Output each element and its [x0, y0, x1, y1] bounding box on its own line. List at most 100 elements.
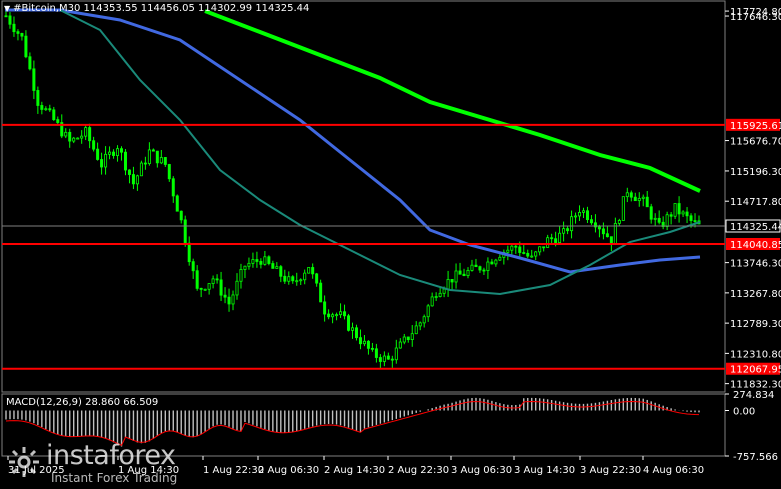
candle-body — [641, 196, 645, 199]
candle-body — [108, 151, 112, 155]
candle-body — [470, 264, 474, 271]
candle-body — [100, 159, 104, 168]
candle-body — [350, 327, 354, 331]
candle-body — [255, 259, 259, 262]
candle-body — [482, 269, 486, 272]
candle-body — [374, 348, 378, 358]
candle-body — [410, 333, 414, 340]
time-tick-label: 4 Aug 06:30 — [643, 465, 704, 476]
candle-body — [135, 175, 139, 185]
time-tick-label: 1 Aug 22:30 — [203, 465, 264, 476]
candle-body — [231, 294, 235, 305]
candle-body — [179, 210, 183, 221]
time-tick-label: 3 Aug 14:30 — [514, 465, 575, 476]
candle-body — [275, 266, 279, 269]
candle-body — [223, 294, 227, 298]
macd-tick-label: 0.00 — [733, 407, 755, 418]
candle-body — [474, 264, 478, 268]
moving-average-fast-line — [204, 9, 701, 193]
candle-body — [446, 279, 450, 290]
price-tick-label: 114325.44 — [730, 222, 781, 233]
candle-body — [84, 127, 88, 137]
candle-body — [406, 336, 410, 340]
candle-body — [239, 269, 243, 282]
candle-body — [645, 196, 649, 208]
candle-body — [271, 263, 275, 269]
candle-body — [163, 157, 167, 165]
instaforex-watermark: instaforex Instant Forex Trading — [6, 440, 186, 486]
candle-body — [32, 68, 36, 91]
candle-body — [582, 210, 586, 213]
candle-body — [167, 164, 171, 180]
time-tick-label: 2 Aug 14:30 — [324, 465, 385, 476]
candle-body — [311, 267, 315, 275]
candle-body — [466, 269, 470, 277]
watermark-brand: instaforex — [46, 440, 176, 471]
candle-body — [510, 245, 514, 251]
candle-body — [315, 273, 319, 284]
candle-body — [127, 169, 131, 175]
candle-body — [24, 35, 28, 58]
time-tick-label: 3 Aug 22:30 — [580, 465, 641, 476]
candle-body — [366, 340, 370, 349]
candle-body — [601, 228, 605, 235]
candle-body — [506, 249, 510, 253]
price-tick-label: 115925.61 — [730, 121, 781, 132]
macd-tick-label: -757.566 — [733, 452, 778, 463]
candle-body — [159, 157, 163, 164]
collapse-arrow-icon[interactable]: ▼ — [4, 4, 10, 13]
instaforex-logo-icon — [9, 447, 39, 477]
chart-canvas[interactable]: 274.8340.00-757.566 117724.80117646.3011… — [0, 0, 781, 489]
price-tick-label: 112067.95 — [730, 365, 781, 376]
candle-body — [438, 292, 442, 297]
candle-body — [44, 108, 48, 111]
candle-body — [28, 56, 32, 70]
candle-body — [263, 256, 267, 265]
candle-body — [207, 283, 211, 290]
price-axis: 117724.80117646.30115925.61115676.701151… — [725, 7, 781, 391]
candle-body — [534, 251, 538, 257]
candle-body — [72, 137, 76, 142]
candle-body — [68, 131, 72, 142]
candle-body — [199, 287, 203, 290]
candle-body — [171, 178, 175, 197]
candle-body — [243, 265, 247, 270]
candle-body — [554, 238, 558, 243]
candle-body — [669, 214, 673, 217]
candle-body — [673, 203, 677, 217]
main-price-pane[interactable] — [1, 0, 726, 393]
candle-body — [430, 296, 434, 307]
candle-body — [112, 151, 116, 156]
candle-body — [191, 261, 195, 272]
candle-body — [542, 246, 546, 249]
price-tick-label: 113267.80 — [730, 289, 781, 300]
candle-body — [566, 228, 570, 232]
candle-body — [56, 119, 60, 123]
candle-body — [48, 108, 52, 111]
candle-body — [175, 195, 179, 212]
candle-body — [458, 270, 462, 275]
candle-body — [422, 316, 426, 324]
candle-body — [279, 266, 283, 277]
candle-body — [203, 288, 207, 291]
candle-body — [319, 282, 323, 303]
candle-body — [211, 278, 215, 284]
candle-body — [414, 325, 418, 335]
candle-body — [653, 217, 657, 220]
candle-body — [370, 347, 374, 350]
candle-body — [462, 273, 466, 277]
candle-body — [195, 270, 199, 289]
candle-body — [354, 327, 358, 339]
candle-body — [343, 311, 347, 317]
candle-body — [96, 148, 100, 160]
candle-body — [434, 296, 438, 298]
candle-body — [307, 267, 311, 274]
candle-body — [498, 256, 502, 261]
candle-body — [550, 237, 554, 240]
price-tick-label: 114040.85 — [730, 240, 781, 251]
candle-body — [358, 337, 362, 345]
candle-body — [478, 266, 482, 271]
price-tick-label: 112789.30 — [730, 319, 781, 330]
candle-body — [16, 31, 20, 34]
candle-body — [259, 261, 263, 265]
